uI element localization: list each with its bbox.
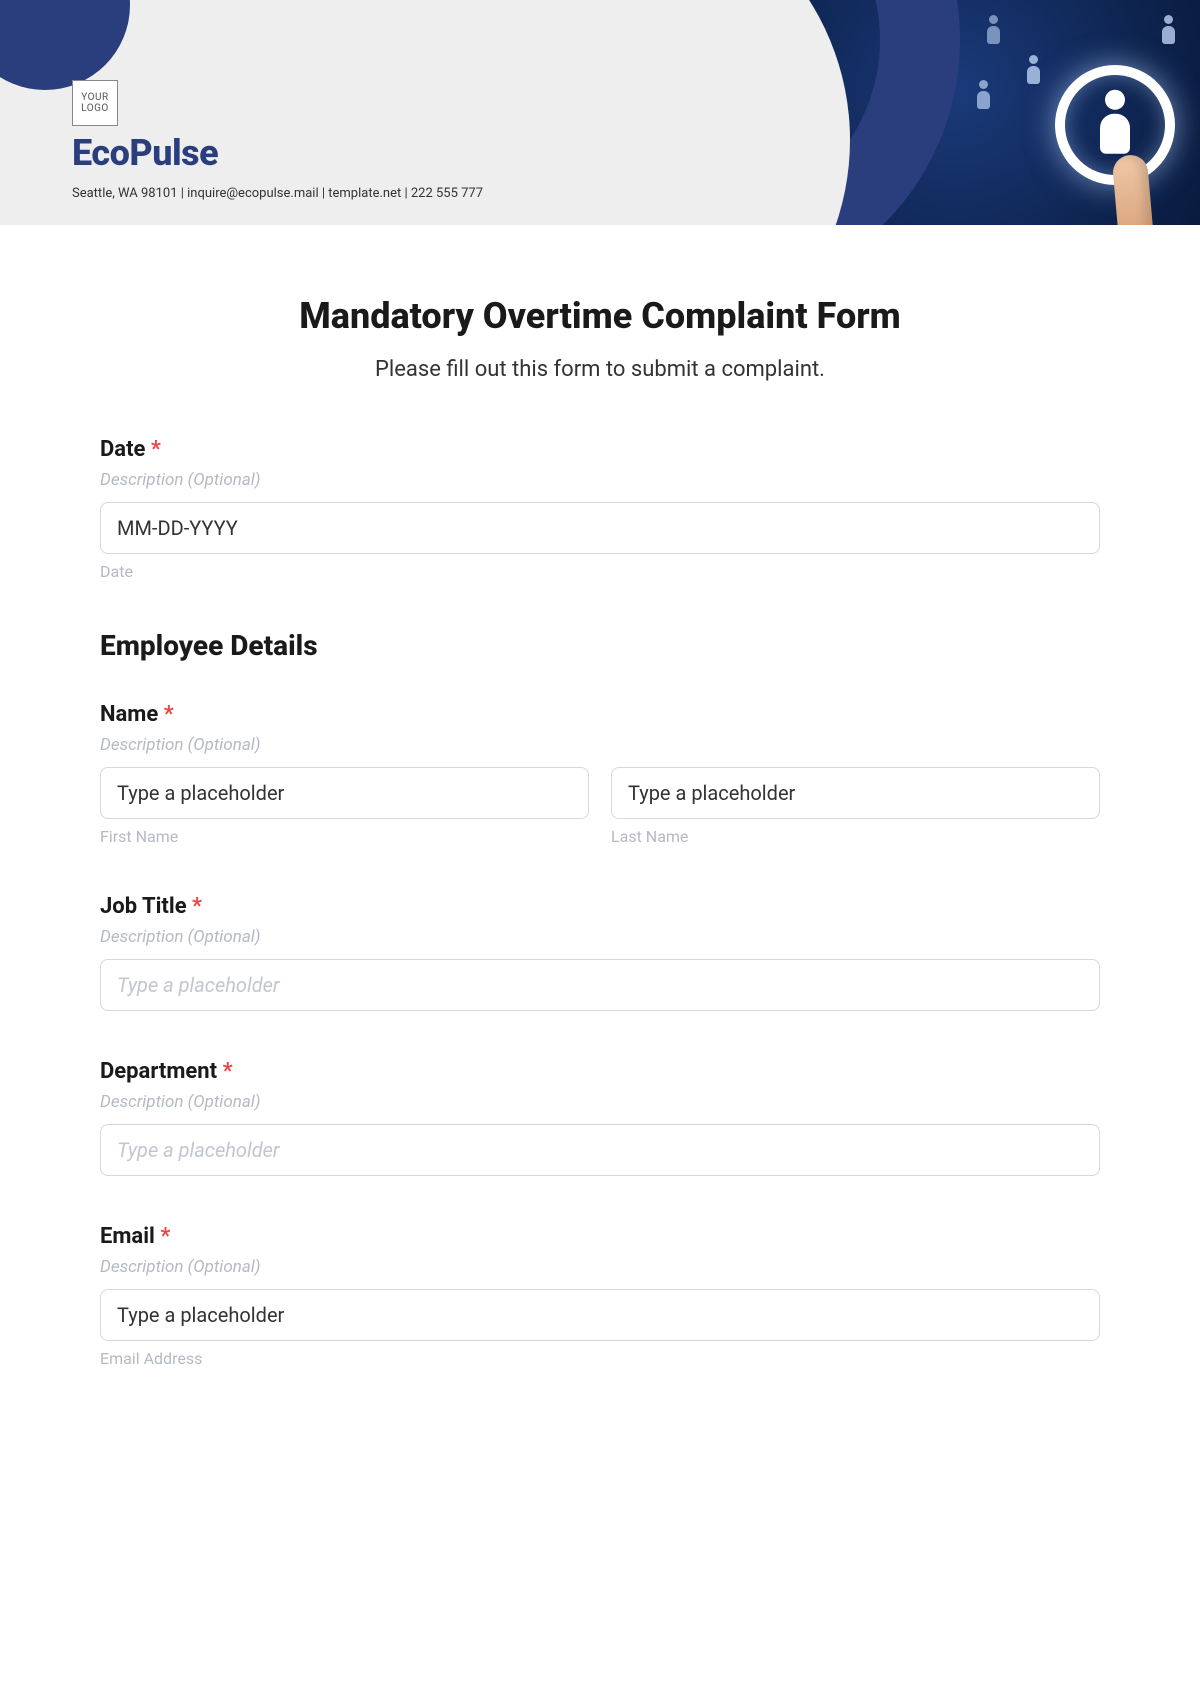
header-banner: YOUR LOGO EcoPulse Seattle, WA 98101 | i… xyxy=(0,0,1200,225)
input-date[interactable] xyxy=(100,502,1100,554)
required-mark: * xyxy=(151,437,161,462)
desc-name: Description (Optional) xyxy=(100,735,1100,755)
label-name-text: Name xyxy=(100,702,158,727)
label-department-text: Department xyxy=(100,1059,217,1084)
required-mark: * xyxy=(223,1059,233,1084)
label-email: Email * xyxy=(100,1224,1100,1249)
brand-name: EcoPulse xyxy=(72,132,483,174)
field-email: Email * Description (Optional) Email Add… xyxy=(100,1224,1100,1368)
required-mark: * xyxy=(160,1224,170,1249)
field-department: Department * Description (Optional) xyxy=(100,1059,1100,1176)
field-date: Date * Description (Optional) Date xyxy=(100,437,1100,581)
input-job-title[interactable] xyxy=(100,959,1100,1011)
input-first-name[interactable] xyxy=(100,767,589,819)
label-email-text: Email xyxy=(100,1224,155,1249)
brand-block: YOUR LOGO EcoPulse Seattle, WA 98101 | i… xyxy=(72,80,483,201)
label-department: Department * xyxy=(100,1059,1100,1084)
input-last-name[interactable] xyxy=(611,767,1100,819)
required-mark: * xyxy=(192,894,202,919)
form-subtitle: Please fill out this form to submit a co… xyxy=(100,357,1100,382)
label-date-text: Date xyxy=(100,437,145,462)
section-employee-details: Employee Details xyxy=(100,629,1100,662)
desc-email: Description (Optional) xyxy=(100,1257,1100,1277)
label-date: Date * xyxy=(100,437,1100,462)
desc-date: Description (Optional) xyxy=(100,470,1100,490)
form-body: Mandatory Overtime Complaint Form Please… xyxy=(0,225,1200,1408)
label-name: Name * xyxy=(100,702,1100,727)
desc-department: Description (Optional) xyxy=(100,1092,1100,1112)
field-name: Name * Description (Optional) First Name… xyxy=(100,702,1100,846)
brand-subline: Seattle, WA 98101 | inquire@ecopulse.mai… xyxy=(72,186,483,201)
help-first-name: First Name xyxy=(100,827,589,846)
help-date: Date xyxy=(100,562,1100,581)
label-job-title-text: Job Title xyxy=(100,894,187,919)
help-last-name: Last Name xyxy=(611,827,1100,846)
label-job-title: Job Title * xyxy=(100,894,1100,919)
required-mark: * xyxy=(164,702,174,727)
form-title: Mandatory Overtime Complaint Form xyxy=(100,295,1100,337)
decor-circle xyxy=(0,0,130,90)
input-department[interactable] xyxy=(100,1124,1100,1176)
person-icon xyxy=(1100,90,1130,154)
logo-placeholder: YOUR LOGO xyxy=(72,80,118,126)
help-email: Email Address xyxy=(100,1349,1100,1368)
field-job-title: Job Title * Description (Optional) xyxy=(100,894,1100,1011)
input-email[interactable] xyxy=(100,1289,1100,1341)
desc-job-title: Description (Optional) xyxy=(100,927,1100,947)
header-illustration xyxy=(590,0,1200,225)
